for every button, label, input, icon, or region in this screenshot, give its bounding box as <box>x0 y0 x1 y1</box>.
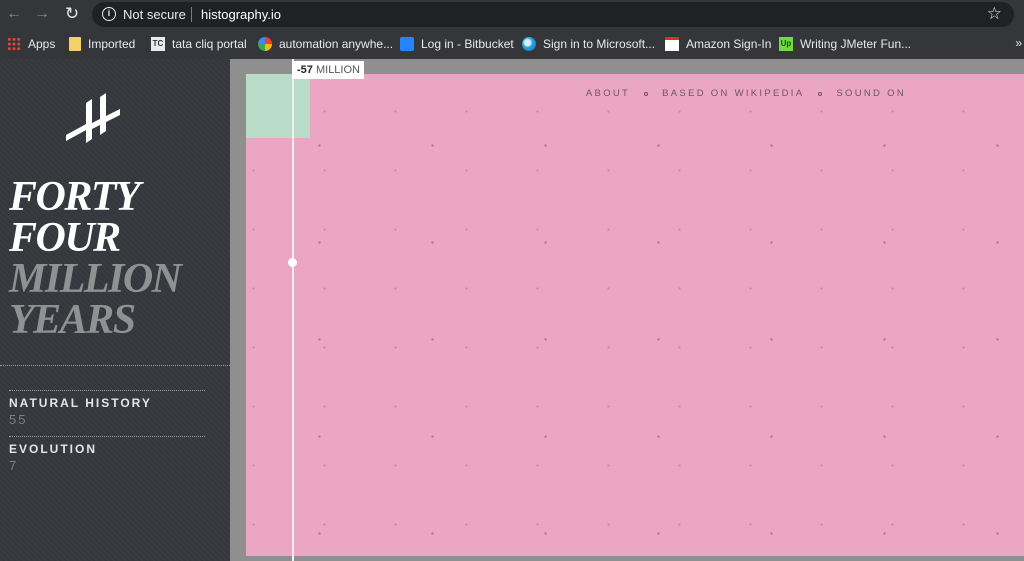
sidebar-divider <box>0 365 230 366</box>
bookmark-label: Log in - Bitbucket <box>421 37 514 51</box>
timeline-drag-handle[interactable] <box>288 258 297 267</box>
page: FORTY FOUR MILLION YEARS NATURAL HISTORY… <box>0 59 1024 561</box>
category-evolution[interactable]: EVOLUTION 7 <box>9 436 205 473</box>
top-nav: ABOUT BASED ON WIKIPEDIA SOUND ON <box>586 88 906 99</box>
bookmark-amazon-sign-in[interactable]: Amazon Sign-In <box>665 35 771 53</box>
bookmark-label: tata cliq portal <box>172 37 247 51</box>
url-separator <box>191 7 192 22</box>
forward-arrow-icon[interactable]: → <box>32 4 52 24</box>
about-link[interactable]: ABOUT <box>586 88 630 99</box>
reload-icon[interactable]: ↻ <box>62 4 82 24</box>
nav-separator-icon <box>818 91 823 96</box>
gmail-icon <box>665 37 679 51</box>
timeline-unit: MILLION <box>315 64 360 76</box>
headline-line-1: FORTY <box>9 174 141 220</box>
category-count: 55 <box>9 412 28 427</box>
bookmark-label: Sign in to Microsoft... <box>543 37 656 51</box>
bookmarks-bar: Apps Imported TC tata cliq portal automa… <box>0 29 1024 59</box>
headline-line-2: FOUR <box>9 215 121 261</box>
category-natural-history[interactable]: NATURAL HISTORY 55 <box>9 390 205 427</box>
bookmark-automation-anywhere[interactable]: automation anywhe... <box>258 35 393 53</box>
sidebar: FORTY FOUR MILLION YEARS NATURAL HISTORY… <box>0 59 230 561</box>
histography-logo-icon[interactable] <box>62 89 126 145</box>
bookmark-label: Writing JMeter Fun... <box>800 37 912 51</box>
bookmark-star-icon[interactable]: ☆ <box>987 4 1002 24</box>
category-divider <box>9 436 205 437</box>
timeline-value-label: -57 MILLION <box>292 61 364 79</box>
category-label: NATURAL HISTORY <box>9 396 152 410</box>
bookmark-label: Amazon Sign-In <box>686 37 772 51</box>
bookmark-label: automation anywhe... <box>279 37 394 51</box>
bookmark-label: Imported <box>88 37 136 51</box>
timeline-value: -57 <box>297 64 313 76</box>
category-label: EVOLUTION <box>9 442 98 456</box>
upwork-icon: Up <box>779 37 793 51</box>
sound-toggle[interactable]: SOUND ON <box>836 88 906 99</box>
url-text[interactable]: histography.io <box>201 7 281 22</box>
category-divider <box>9 390 205 391</box>
category-count: 7 <box>9 458 19 473</box>
timeline-stage[interactable]: ABOUT BASED ON WIKIPEDIA SOUND ON <box>246 74 1024 556</box>
apps-grid-icon <box>7 37 21 51</box>
bookmark-apps[interactable]: Apps <box>7 35 55 53</box>
headline: FORTY FOUR MILLION YEARS <box>9 174 182 343</box>
bookmark-bitbucket[interactable]: Log in - Bitbucket <box>400 35 514 53</box>
back-arrow-icon[interactable]: ← <box>4 4 24 24</box>
nav-separator-icon <box>644 91 649 96</box>
tc-icon: TC <box>151 37 165 51</box>
bookmark-label: Apps <box>28 37 56 51</box>
based-on-wikipedia-link[interactable]: BASED ON WIKIPEDIA <box>662 88 804 99</box>
info-icon[interactable]: i <box>102 7 116 21</box>
bookmark-microsoft[interactable]: Sign in to Microsoft... <box>522 35 655 53</box>
address-bar[interactable]: i Not secure histography.io ☆ <box>92 2 1014 27</box>
security-label[interactable]: Not secure <box>123 7 186 22</box>
google-icon <box>258 37 272 51</box>
bookmark-jmeter[interactable]: Up Writing JMeter Fun... <box>779 35 911 53</box>
headline-line-3: MILLION <box>9 256 182 302</box>
bookmark-imported[interactable]: Imported <box>69 35 135 53</box>
timeline-cursor-line[interactable] <box>292 59 294 561</box>
highlighted-period-block[interactable] <box>246 74 310 138</box>
browser-toolbar: ← → ↻ i Not secure histography.io ☆ <box>0 0 1024 29</box>
headline-line-4: YEARS <box>9 297 136 343</box>
more-bookmarks-icon[interactable]: » <box>1015 36 1022 50</box>
microsoft-icon <box>522 37 536 51</box>
folder-icon <box>69 37 81 51</box>
bitbucket-icon <box>400 37 414 51</box>
bookmark-tata-cliq[interactable]: TC tata cliq portal <box>151 35 247 53</box>
